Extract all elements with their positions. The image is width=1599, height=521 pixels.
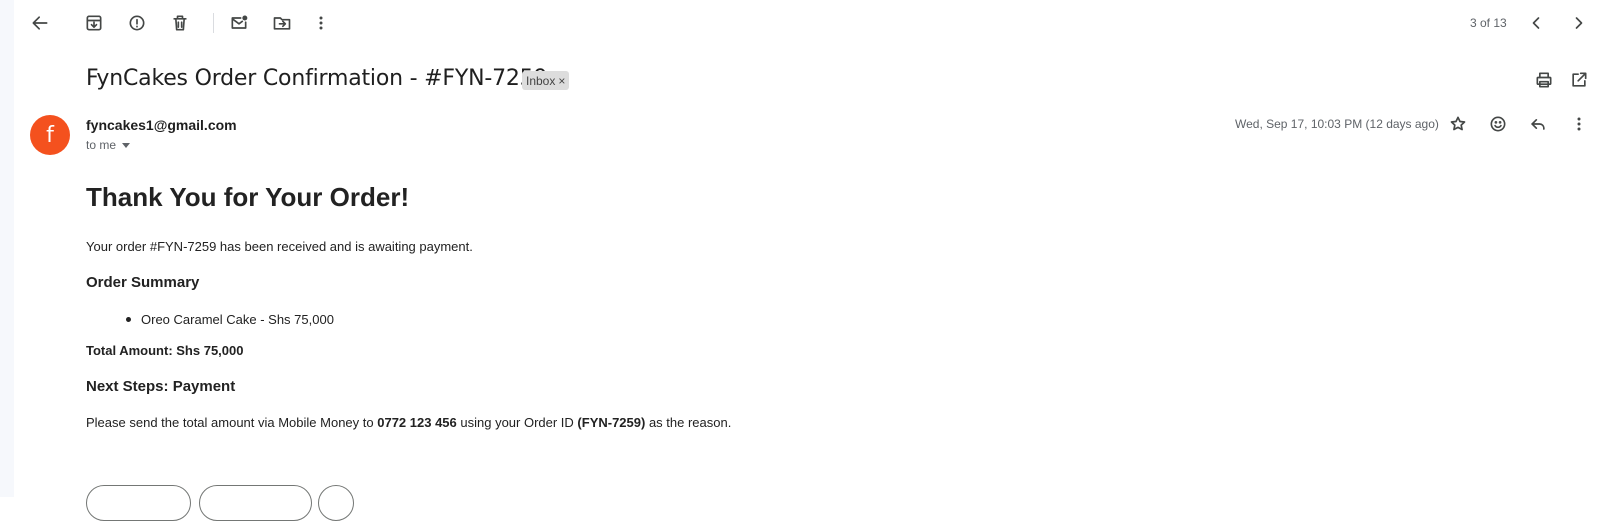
report-spam-icon bbox=[129, 15, 145, 31]
label-chip-inbox[interactable]: Inbox × bbox=[522, 71, 570, 90]
open-new-window-button[interactable] bbox=[1561, 62, 1597, 98]
move-to-button[interactable] bbox=[264, 5, 300, 41]
toolbar-divider bbox=[213, 13, 214, 33]
report-spam-button[interactable] bbox=[119, 5, 155, 41]
next-steps-heading: Next Steps: Payment bbox=[86, 378, 236, 395]
payment-middle: using your Order ID bbox=[456, 415, 578, 430]
body-intro: Your order #FYN-7259 has been received a… bbox=[86, 239, 473, 254]
star-icon bbox=[1450, 116, 1466, 131]
mark-unread-icon bbox=[231, 15, 248, 29]
payment-prefix: Please send the total amount via Mobile … bbox=[86, 415, 378, 430]
payment-number: 0772 123 456 bbox=[377, 415, 457, 430]
sender-email[interactable]: fyncakes1@gmail.com bbox=[86, 117, 237, 133]
chevron-down-icon bbox=[122, 143, 131, 148]
mark-unread-button[interactable] bbox=[221, 5, 257, 41]
label-chip-text: Inbox bbox=[526, 73, 556, 88]
forward-pill-button[interactable] bbox=[199, 485, 312, 521]
avatar[interactable]: f bbox=[30, 115, 70, 155]
more-vert-icon bbox=[319, 16, 323, 30]
page-count: 3 of 13 bbox=[1470, 16, 1507, 30]
newer-button[interactable] bbox=[1518, 5, 1554, 41]
delete-button[interactable] bbox=[162, 5, 198, 41]
left-rail bbox=[0, 0, 14, 497]
email-date: Wed, Sep 17, 10:03 PM (12 days ago) bbox=[1235, 117, 1439, 131]
print-icon bbox=[1536, 72, 1552, 88]
reply-button[interactable] bbox=[1520, 106, 1556, 142]
remove-label-icon[interactable]: × bbox=[558, 74, 565, 88]
bullet-icon bbox=[126, 317, 131, 322]
reply-pill-button[interactable] bbox=[86, 485, 191, 521]
more-vert-icon bbox=[1577, 117, 1581, 131]
body-title: Thank You for Your Order! bbox=[86, 182, 410, 212]
archive-icon bbox=[86, 15, 102, 31]
recipient-details[interactable]: to me bbox=[86, 138, 131, 152]
payment-suffix: as the reason. bbox=[645, 415, 732, 430]
recipient-label: to me bbox=[86, 138, 117, 152]
add-reaction-button[interactable] bbox=[1480, 106, 1516, 142]
arrow-back-icon bbox=[32, 16, 48, 30]
trash-icon bbox=[173, 15, 187, 31]
order-summary-heading: Order Summary bbox=[86, 274, 200, 291]
open-in-new-icon bbox=[1572, 72, 1587, 87]
list-item: Oreo Caramel Cake - Shs 75,000 bbox=[126, 312, 334, 327]
chevron-left-icon bbox=[1532, 17, 1540, 29]
payment-order-id: (FYN-7259) bbox=[577, 415, 646, 430]
emoji-icon bbox=[1490, 116, 1506, 132]
reply-icon bbox=[1531, 119, 1545, 130]
order-item: Oreo Caramel Cake - Shs 75,000 bbox=[141, 312, 334, 327]
more-options-button[interactable] bbox=[303, 5, 339, 41]
payment-instructions: Please send the total amount via Mobile … bbox=[86, 415, 731, 430]
message-more-button[interactable] bbox=[1561, 106, 1597, 142]
older-button[interactable] bbox=[1561, 5, 1597, 41]
archive-button[interactable] bbox=[76, 5, 112, 41]
emoji-reaction-button[interactable] bbox=[318, 485, 354, 521]
move-to-folder-icon bbox=[273, 17, 291, 30]
email-subject: FynCakes Order Confirmation - #FYN-7259 bbox=[86, 66, 548, 91]
print-button[interactable] bbox=[1526, 62, 1562, 98]
back-button[interactable] bbox=[22, 5, 58, 41]
chevron-right-icon bbox=[1575, 17, 1583, 29]
total-amount: Total Amount: Shs 75,000 bbox=[86, 343, 244, 358]
star-button[interactable] bbox=[1440, 106, 1476, 142]
